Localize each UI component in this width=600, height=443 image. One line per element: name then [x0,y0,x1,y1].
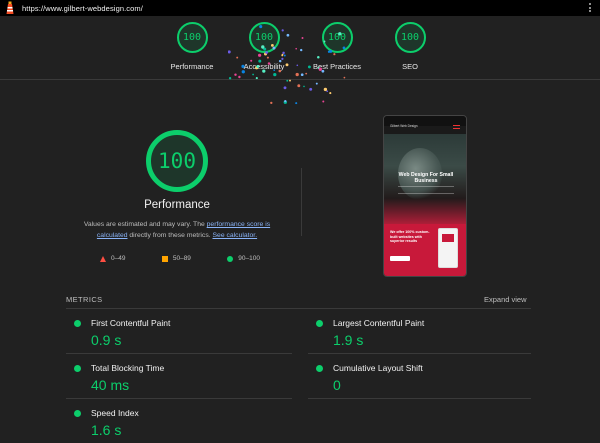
score-gauge: 100 [248,22,280,53]
triangle-icon [100,255,106,262]
metric-value: 1.9 s [333,332,364,348]
confetti-dot [283,86,287,90]
pass-circle-icon [316,320,323,327]
score-gauge: 100 [321,22,353,53]
score-label: Best Practices [313,62,361,71]
pass-circle-icon [74,365,81,372]
divider [308,353,531,354]
page-url[interactable]: https://www.gilbert-webdesign.com/ [22,4,143,13]
preview-button [390,256,410,261]
see-calculator-link[interactable]: See calculator. [213,232,258,239]
confetti-dot [270,101,273,105]
divider [308,398,531,399]
preview-hero: Web Design For Small Business [384,134,466,226]
score-gauge: 100 [394,22,426,53]
legend-item-fail: 0–49 [100,255,125,262]
divider [66,353,292,354]
pass-circle-icon [316,365,323,372]
performance-gauge: 100 [146,130,208,192]
metric-name: Cumulative Layout Shift [333,363,423,373]
legend-range: 50–89 [172,255,191,262]
confetti-dot [303,85,305,88]
preview-red-section: We offer 100% custom-built websites with… [384,224,466,276]
metric-name: Total Blocking Time [91,363,165,373]
score-scale-legend: 0–49 50–89 90–100 [100,255,260,262]
metrics-heading: METRICS [66,295,103,304]
confetti-dot [283,100,287,104]
preview-paragraph [398,186,454,194]
legend-item-average: 50–89 [161,255,191,262]
score-accessibility[interactable]: 100 Accessibility [224,22,304,71]
preview-heading: Web Design For Small Business [398,172,454,184]
score-performance[interactable]: 100 Performance [152,22,232,71]
description-text: Values are estimated and may vary. The [83,221,207,228]
metric-name: Largest Contentful Paint [333,318,425,328]
preview-brand: Gilbert Web Design [390,124,418,128]
confetti-dot [297,84,301,88]
score-gauge: 100 [176,22,208,53]
confetti-dot [286,79,289,82]
performance-description: Values are estimated and may vary. The p… [72,219,282,241]
score-seo[interactable]: 100 SEO [370,22,450,71]
url-bar: https://www.gilbert-webdesign.com/ [0,0,600,16]
confetti-dot [326,90,329,93]
circle-icon [227,255,234,262]
confetti-dot [295,102,298,105]
lighthouse-icon [4,1,16,15]
metric-value: 0 [333,377,341,393]
legend-item-pass: 90–100 [227,255,260,262]
expand-view-toggle[interactable]: Expand view [484,295,527,304]
divider [66,398,292,399]
confetti-dot [309,87,313,91]
pass-circle-icon [74,410,81,417]
score-label: Performance [170,62,214,71]
confetti-dot [315,82,318,85]
confetti-dot [284,99,287,103]
square-icon [161,255,168,262]
score-label: SEO [402,62,418,71]
metric-name: Speed Index [91,408,139,418]
kebab-menu-icon[interactable] [589,3,591,13]
legend-range: 90–100 [238,255,260,262]
metric-name: First Contentful Paint [91,318,171,328]
performance-title: Performance [144,199,210,211]
score-header: 100 Performance 100 Accessibility 100 Be… [0,16,600,80]
legend-range: 0–49 [111,255,126,262]
page-screenshot-thumbnail[interactable]: Gilbert Web Design Web Design For Small … [383,115,467,277]
metric-value: 40 ms [91,377,130,393]
metric-value: 1.6 s [91,422,122,438]
preview-phone-image [438,228,458,268]
divider [66,308,531,309]
divider [301,168,302,236]
confetti-dot [323,87,328,92]
description-text: directly from these metrics. [127,232,213,239]
confetti-dot [322,100,325,103]
metric-value: 0.9 s [91,332,122,348]
hamburger-icon [453,125,460,129]
score-label: Accessibility [243,62,285,71]
pass-circle-icon [74,320,81,327]
score-best-practices[interactable]: 100 Best Practices [297,22,377,71]
confetti-dot [329,92,332,95]
preview-red-text: We offer 100% custom-built websites with… [390,230,430,244]
